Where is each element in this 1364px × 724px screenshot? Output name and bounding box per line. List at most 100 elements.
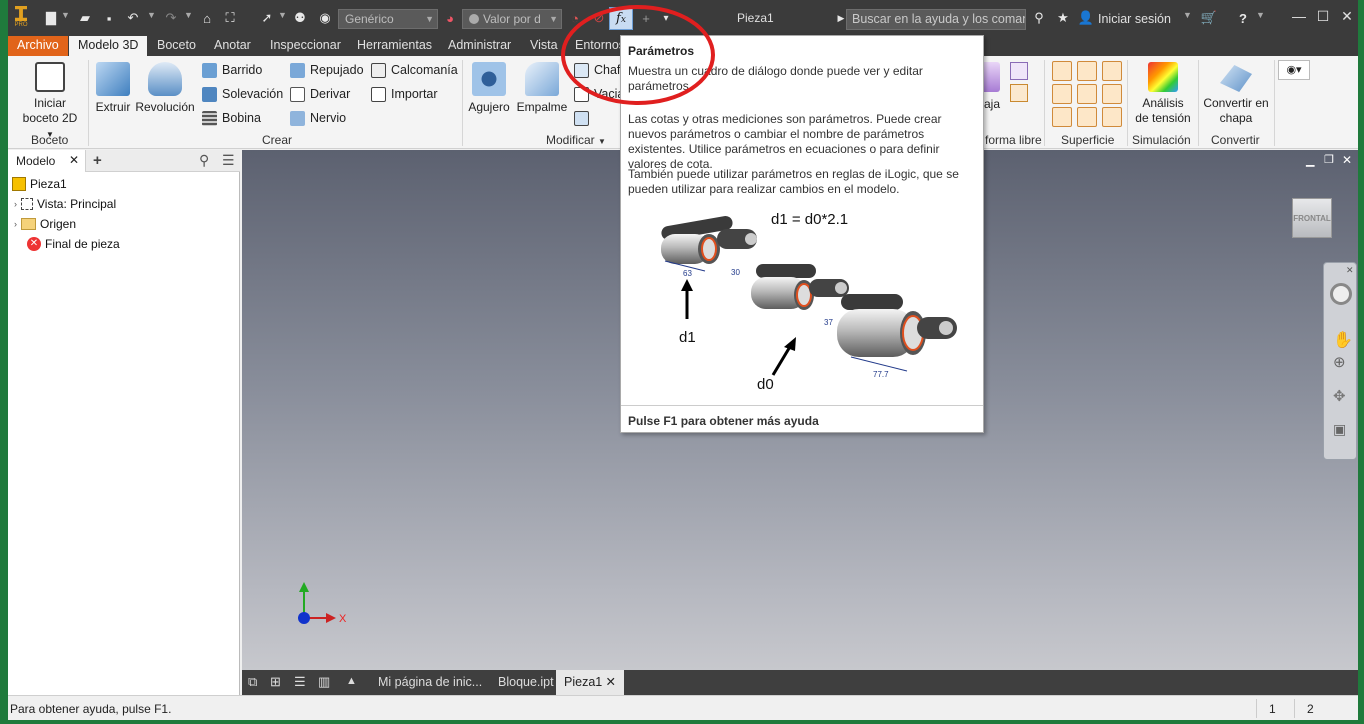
derive-button[interactable]: Derivar xyxy=(290,84,350,104)
part-large: 77.7 xyxy=(837,294,957,379)
revolve-button[interactable]: Revolución xyxy=(134,62,196,115)
vertical-split-icon[interactable]: ▥ xyxy=(318,674,330,690)
appearance-color-icon[interactable]: ◕ xyxy=(439,8,461,28)
cascade-icon[interactable]: ⧉ xyxy=(248,674,257,690)
undo-icon[interactable]: ↶ xyxy=(122,8,144,28)
import-icon xyxy=(371,86,386,102)
svg-text:37: 37 xyxy=(824,318,833,327)
surface-replace-icon[interactable] xyxy=(1102,84,1122,104)
svg-text:30: 30 xyxy=(731,268,740,277)
viewport-close-icon[interactable]: ✕ xyxy=(1342,153,1352,167)
tab-anotar[interactable]: Anotar xyxy=(205,36,260,56)
draft-button[interactable] xyxy=(574,108,589,128)
search-icon[interactable]: ⚲ xyxy=(199,152,209,169)
status-text: Para obtener ayuda, pulse F1. xyxy=(10,702,172,716)
viewport-minimize-icon[interactable]: ▁ xyxy=(1306,154,1314,167)
decal-button[interactable]: Calcomanía xyxy=(371,60,458,80)
home-icon[interactable]: ⌂ xyxy=(196,8,218,28)
horizontal-split-icon[interactable]: ☰ xyxy=(294,674,306,690)
tab-boceto[interactable]: Boceto xyxy=(148,36,205,56)
select-icon[interactable]: ➚ xyxy=(256,8,278,28)
tab-inspeccionar[interactable]: Inspeccionar xyxy=(261,36,350,56)
material-combo[interactable]: Genérico ▼ xyxy=(338,9,438,29)
help-icon[interactable]: ? xyxy=(1232,8,1254,28)
close-doc-icon[interactable]: ✕ xyxy=(606,670,616,695)
new-file-icon[interactable]: ▇ xyxy=(40,8,62,28)
close-window-button[interactable]: ✕ xyxy=(1336,8,1358,28)
surface-sculpt-icon[interactable] xyxy=(1102,61,1122,81)
tab-administrar[interactable]: Administrar xyxy=(439,36,520,56)
help-search-input[interactable]: Buscar en la ayuda y los comandos xyxy=(846,9,1026,30)
import-button[interactable]: Importar xyxy=(371,84,438,104)
tile-icon[interactable]: ⊞ xyxy=(270,674,281,690)
favorites-star-icon[interactable]: ★ xyxy=(1052,8,1074,28)
tree-item-final-de-pieza[interactable]: ✕ Final de pieza xyxy=(27,237,120,251)
open-folder-icon[interactable]: ▰ xyxy=(74,8,96,28)
tree-item-pieza[interactable]: Pieza1 xyxy=(12,177,67,191)
freeform-edit-icon[interactable] xyxy=(1010,62,1028,80)
surface-thicken-icon[interactable] xyxy=(1077,107,1097,127)
doc-tab-home[interactable]: Mi página de inic... xyxy=(370,670,490,695)
derive-icon xyxy=(290,86,305,102)
viewcube[interactable]: FRONTAL xyxy=(1292,198,1332,238)
coil-button[interactable]: Bobina xyxy=(202,108,261,128)
expand-chevron-icon[interactable]: › xyxy=(14,219,17,229)
tree-item-origen[interactable]: › Origen xyxy=(14,217,76,231)
close-tab-icon[interactable]: ✕ xyxy=(69,153,79,167)
extrude-button[interactable]: Extruir xyxy=(94,62,132,115)
update-icon[interactable]: ⛶ xyxy=(219,8,241,28)
panel-label-modificar[interactable]: Modificar ▼ xyxy=(546,133,606,147)
freeform-convert-icon[interactable] xyxy=(1010,84,1028,102)
tab-archivo[interactable]: Archivo xyxy=(8,36,68,56)
menu-icon[interactable]: ☰ xyxy=(222,152,235,169)
appearance-combo[interactable]: Valor por d ▼ xyxy=(462,9,562,29)
maximize-button[interactable]: ☐ xyxy=(1312,8,1334,28)
surface-delete-icon[interactable] xyxy=(1052,107,1072,127)
user-icon[interactable]: 👤 xyxy=(1075,8,1097,28)
sweep-button[interactable]: Barrido xyxy=(202,60,262,80)
viewport-restore-icon[interactable]: ❐ xyxy=(1324,153,1334,166)
hole-button[interactable]: Agujero xyxy=(466,62,512,115)
svg-text:63: 63 xyxy=(683,269,692,278)
start-sketch-button[interactable]: Iniciar boceto 2D ▼ xyxy=(20,62,80,142)
signin-link[interactable]: Iniciar sesión xyxy=(1098,12,1171,26)
minimize-button[interactable]: — xyxy=(1288,8,1310,28)
rib-button[interactable]: Nervio xyxy=(290,108,346,128)
material-sphere-icon[interactable]: ◉ xyxy=(314,8,336,28)
tab-vista[interactable]: Vista xyxy=(521,36,567,56)
doc-tab-bloque[interactable]: Bloque.ipt xyxy=(490,670,562,695)
surface-extend-icon[interactable] xyxy=(1077,84,1097,104)
tree-item-vista[interactable]: › Vista: Principal xyxy=(14,197,116,211)
expand-chevron-icon[interactable]: › xyxy=(14,199,17,209)
save-icon[interactable]: ▪ xyxy=(98,8,120,28)
tab-list-icon[interactable]: ▲ xyxy=(346,675,357,687)
binoculars-icon[interactable]: ⚲ xyxy=(1028,8,1050,28)
surface-stitch-icon[interactable] xyxy=(1052,61,1072,81)
panel-label-simulacion: Simulación xyxy=(1132,133,1191,147)
add-browser-icon[interactable]: + xyxy=(93,152,102,169)
browser-tab-modelo[interactable]: Modelo ✕ xyxy=(8,150,86,172)
measure-icon[interactable]: ⚉ xyxy=(289,8,311,28)
surface-trim-icon[interactable] xyxy=(1052,84,1072,104)
pan-icon[interactable]: ✋ xyxy=(1333,330,1353,350)
tab-herramientas[interactable]: Herramientas xyxy=(348,36,441,56)
emboss-icon xyxy=(290,62,305,78)
tab-modelo-3d[interactable]: Modelo 3D xyxy=(69,36,148,56)
fillet-button[interactable]: Empalme xyxy=(514,62,570,115)
cart-icon[interactable]: 🛒 xyxy=(1198,8,1220,28)
orbit-icon[interactable]: ✥ xyxy=(1333,387,1346,405)
look-at-icon[interactable]: ▣ xyxy=(1333,421,1346,438)
loft-button[interactable]: Solevación xyxy=(202,84,283,104)
surface-patch-icon[interactable] xyxy=(1077,61,1097,81)
zoom-icon[interactable]: ⊕ xyxy=(1333,353,1346,371)
surface-repair-icon[interactable] xyxy=(1102,107,1122,127)
convert-sheetmetal-button[interactable]: Convertir en chapa xyxy=(1200,62,1272,126)
stress-analysis-button[interactable]: Análisis de tensión xyxy=(1132,62,1194,126)
steering-wheel-icon[interactable] xyxy=(1330,283,1352,305)
redo-icon[interactable]: ↷ xyxy=(160,8,182,28)
doc-tab-pieza1[interactable]: Pieza1 ✕ xyxy=(556,670,624,695)
app-logo[interactable]: PRO xyxy=(14,6,28,30)
navbar-close-icon[interactable]: ✕ xyxy=(1346,265,1354,276)
ribbon-options-dropdown[interactable]: ◉▾ xyxy=(1278,60,1310,80)
emboss-button[interactable]: Repujado xyxy=(290,60,364,80)
